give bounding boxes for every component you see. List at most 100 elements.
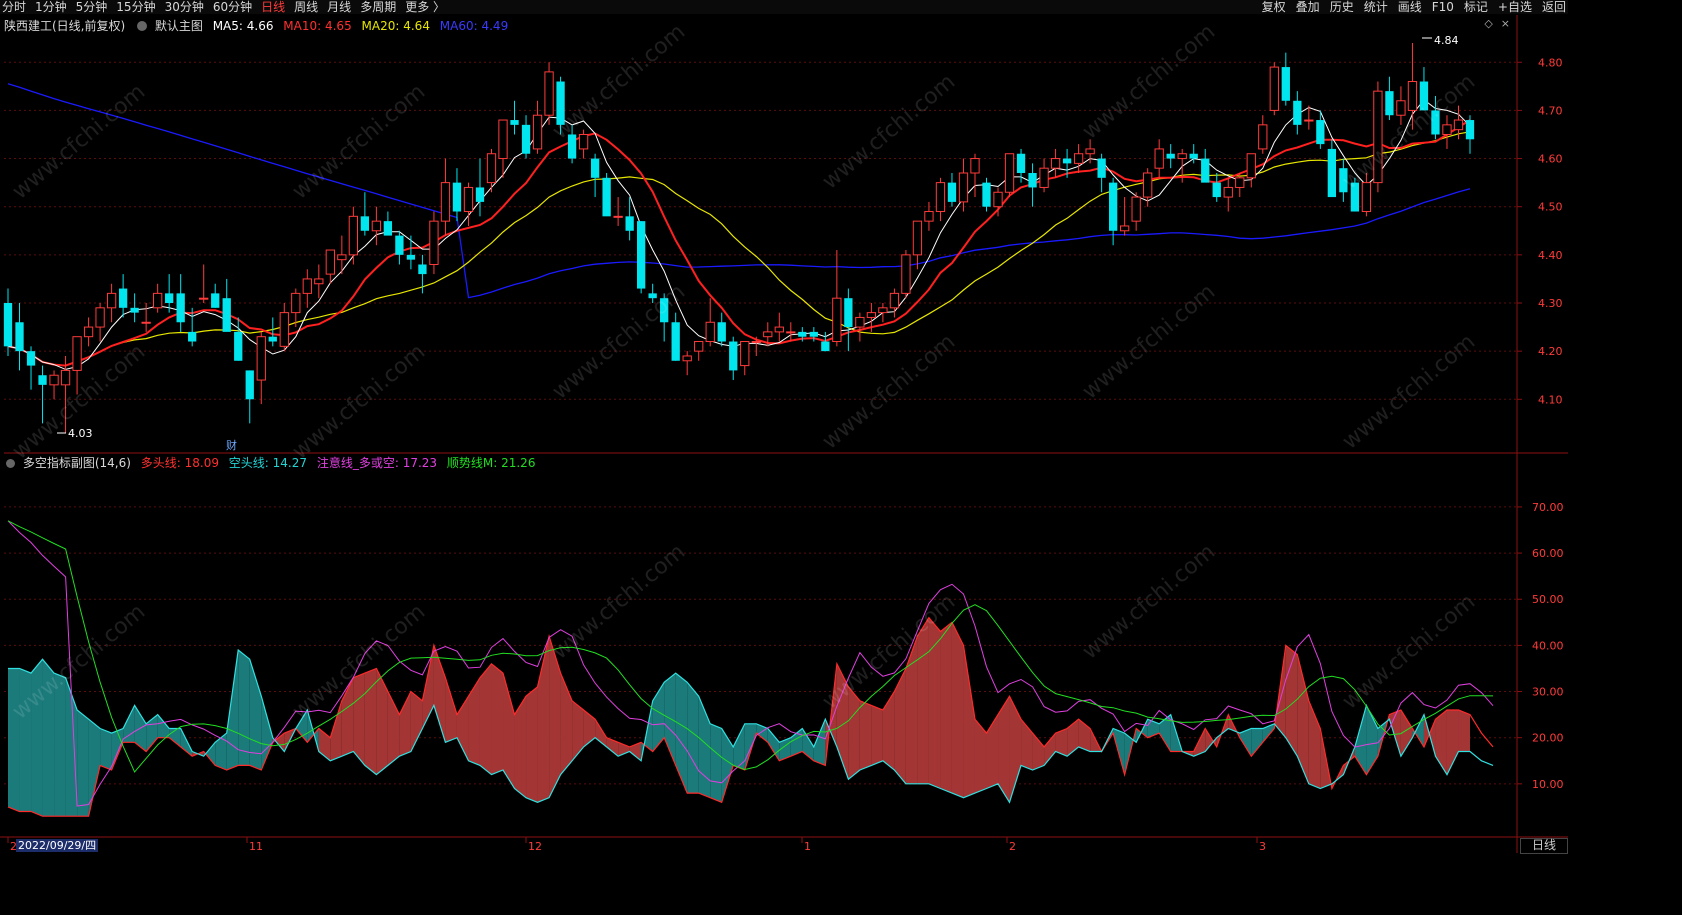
candle-body: [1385, 91, 1394, 116]
candle-body: [717, 322, 726, 342]
candle-body: [1442, 124, 1452, 135]
candle-body: [302, 278, 312, 294]
candle-body: [49, 374, 59, 386]
candle-body: [844, 298, 853, 328]
candle-body: [993, 191, 1003, 208]
candle-body: [958, 172, 969, 203]
watermark: www.cfchi.com: [8, 599, 150, 724]
candle-body: [935, 182, 946, 213]
candle-body: [694, 341, 704, 352]
kline-chart[interactable]: 4.80 4.70 4.60 4.50 4.40 4.30 4.20 4.10 70.00 60.…: [0, 0, 1568, 853]
candle-body: [912, 220, 923, 256]
candle-body: [821, 341, 830, 352]
candle-body: [1120, 225, 1130, 232]
candle-body: [889, 292, 900, 309]
bull-bear-fill: [491, 663, 504, 775]
candle-body: [774, 326, 784, 333]
high-price-label: 4.84: [1434, 34, 1459, 47]
candle-body: [1396, 100, 1406, 116]
candle-body: [682, 355, 692, 362]
sub-axis-label: 10.00: [1532, 778, 1564, 791]
candle-body: [1361, 182, 1372, 213]
candle-body: [613, 215, 623, 218]
bull-bear-fill: [146, 714, 158, 752]
bull-bear-fill: [721, 728, 734, 803]
bull-bear-fill: [364, 668, 377, 775]
candle-body: [924, 211, 934, 222]
candle-body: [188, 331, 197, 342]
candle-body: [578, 133, 589, 150]
bull-bear-fill: [871, 705, 883, 766]
candle-body: [406, 254, 416, 260]
candle-body: [1223, 186, 1233, 198]
candle-body: [809, 331, 818, 337]
candle-body: [395, 235, 404, 255]
sub-axis-label: 70.00: [1532, 501, 1564, 514]
candle-body: [486, 153, 497, 184]
time-axis-label: 1: [804, 840, 811, 853]
candle-body: [1004, 153, 1015, 193]
candle-body: [429, 220, 439, 265]
bull-bear-fill: [1446, 710, 1459, 775]
bull-bear-fill: [1458, 710, 1470, 752]
watermark: www.cfchi.com: [548, 539, 690, 664]
candle-body: [602, 177, 611, 217]
bull-bear-fill: [503, 673, 515, 789]
candle-body: [15, 322, 24, 352]
price-axis-label: 4.50: [1538, 201, 1563, 214]
candle-body: [60, 369, 71, 386]
candle-body: [234, 331, 243, 361]
bull-bear-fill: [549, 636, 561, 798]
watermark: www.cfchi.com: [1338, 329, 1480, 454]
watermark: www.cfchi.com: [818, 69, 960, 194]
candle-body: [590, 158, 600, 178]
bull-bear-fill: [928, 617, 941, 789]
cursor-date: 2022/09/29/四: [16, 839, 99, 852]
candle-body: [1281, 67, 1290, 101]
bull-bear-fill: [905, 636, 918, 784]
bull-bear-fill: [8, 668, 20, 812]
candle-body: [1212, 182, 1221, 198]
candle-body: [314, 278, 324, 285]
period-indicator[interactable]: 日线: [1520, 838, 1568, 854]
bull-bear-fill: [479, 663, 492, 775]
candle-body: [1166, 153, 1175, 159]
candle-body: [947, 182, 957, 202]
candle-body: [1050, 158, 1061, 169]
candle-body: [256, 336, 266, 381]
candle-body: [371, 220, 382, 232]
candle-body: [38, 375, 47, 385]
bull-bear-fill: [882, 691, 895, 770]
bull-bear-fill: [399, 691, 411, 757]
bull-bear-fill: [572, 700, 584, 761]
bull-bear-fill: [583, 710, 596, 747]
candle-body: [130, 307, 139, 313]
candle-body: [360, 216, 370, 231]
candle-body: [176, 293, 185, 323]
candle-body: [418, 264, 427, 275]
candle-body: [832, 297, 842, 343]
candle-body: [3, 303, 13, 347]
bull-bear-fill: [894, 668, 906, 784]
candle-body: [95, 307, 105, 328]
watermark: www.cfchi.com: [548, 19, 690, 144]
candle-body: [106, 292, 117, 309]
ma60-line: [7, 83, 1471, 299]
candle-body: [211, 293, 220, 308]
candle-body: [740, 341, 750, 367]
price-axis-label: 4.20: [1538, 345, 1563, 358]
candle-body: [786, 331, 796, 334]
bull-bear-fill: [77, 710, 89, 817]
candle-body: [1316, 120, 1325, 145]
candle-body: [532, 114, 543, 150]
watermark: www.cfchi.com: [1078, 539, 1220, 664]
time-axis-label: 3: [1259, 840, 1266, 853]
candle-body: [1062, 158, 1072, 164]
bull-bear-fill: [353, 673, 365, 766]
candle-body: [1407, 81, 1418, 111]
watermark: www.cfchi.com: [288, 79, 430, 204]
price-axis-label: 4.60: [1538, 153, 1563, 166]
candle-body: [268, 336, 277, 342]
watermark: www.cfchi.com: [548, 279, 690, 404]
candle-body: [625, 216, 634, 231]
